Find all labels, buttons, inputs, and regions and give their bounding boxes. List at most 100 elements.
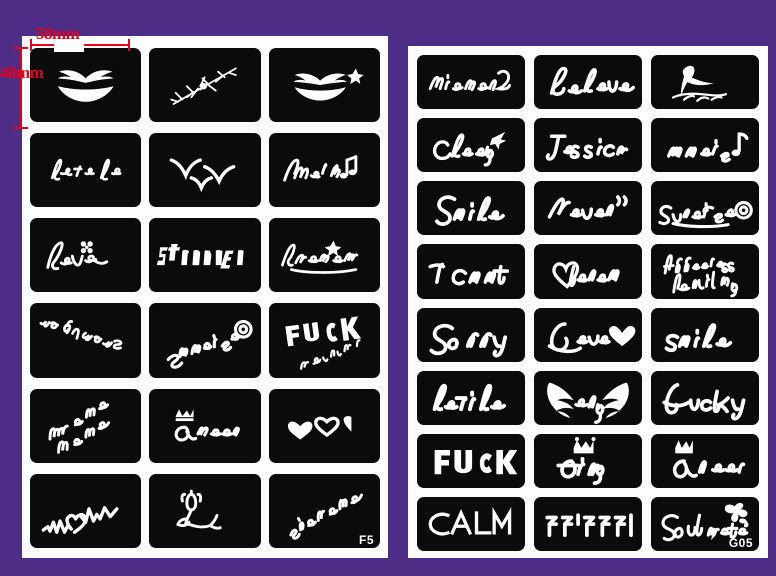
queen-crown-script-icon — [174, 409, 241, 442]
let-it-be-right-script-icon — [432, 383, 507, 411]
miaomiao-script-icon — [428, 69, 512, 92]
believe-script-icon — [549, 66, 635, 96]
tibetan-script-icon — [545, 513, 633, 537]
stencil-tile-smile-lower[interactable] — [651, 307, 759, 362]
stencil-tile-birds[interactable] — [149, 133, 261, 208]
thorn-branch-icon — [170, 67, 238, 105]
stencil-tile-tibetan[interactable] — [534, 496, 642, 551]
flower-icon — [80, 241, 93, 254]
lips-icon — [57, 70, 114, 102]
fuck-block-icon — [434, 449, 518, 475]
stencil-tile-fuck-block[interactable] — [417, 433, 525, 488]
stencil-tile-sunrise-swirl[interactable] — [651, 181, 759, 236]
stencil-tile-diagonal-script[interactable]: F5 — [268, 473, 380, 548]
heart-dream-script-icon — [552, 261, 620, 290]
stencil-tile-jessica[interactable] — [534, 118, 642, 173]
width-dimension-tick-right — [128, 39, 130, 51]
stencil-tile-lucky[interactable] — [651, 370, 759, 425]
stencil-tile-music[interactable] — [268, 133, 380, 208]
music-script-icon — [282, 155, 357, 182]
stencil-tile-angel-wings[interactable] — [534, 370, 642, 425]
stencil-tile-queen[interactable] — [149, 388, 261, 463]
stencil-tile-thorn-branch[interactable] — [149, 48, 261, 123]
stencil-sheet-right[interactable]: G05 — [408, 46, 768, 558]
stencil-tile-king[interactable] — [534, 433, 642, 488]
queen-crown-right-script-icon — [672, 439, 746, 479]
butterfly-icon — [724, 502, 749, 528]
never-script-icon — [547, 195, 628, 221]
stencil-tile-miaomiao[interactable] — [417, 55, 525, 110]
stencil-grid-right: G05 — [417, 55, 759, 551]
sunrise-swirl-script-icon — [658, 201, 753, 229]
cheer-plane-script-icon — [432, 131, 507, 167]
stencil-tile-soul-mate[interactable]: G05 — [651, 496, 759, 551]
rose-icon — [176, 489, 223, 530]
stencil-tile-rose[interactable] — [149, 473, 261, 548]
stencil-tile-lips-star[interactable] — [268, 48, 380, 123]
fuck-forever-icon — [284, 316, 361, 371]
height-dimension-tick-bottom — [14, 127, 28, 129]
screenshot-canvas: F5 58mm 48mm — [0, 0, 776, 576]
stencil-tile-stand-by-me[interactable] — [30, 303, 142, 378]
stencil-tile-cheer-plane[interactable] — [417, 118, 525, 173]
stencil-tile-sorry[interactable] — [417, 307, 525, 362]
sheet-code-right: G05 — [728, 536, 753, 550]
jessica-script-icon — [545, 134, 629, 161]
script-let-it-be-icon — [50, 158, 122, 181]
stencil-grid-left: F5 — [30, 48, 380, 548]
stencil-tile-lips[interactable] — [30, 48, 142, 123]
crown-icon — [573, 436, 596, 454]
angel-wings-script-icon — [547, 382, 629, 424]
stencil-tile-heart-dream[interactable] — [534, 244, 642, 299]
sunrise-script-icon — [166, 320, 253, 370]
stencil-tile-never[interactable] — [534, 181, 642, 236]
stencil-tile-three-hearts[interactable] — [268, 388, 380, 463]
crown-icon — [176, 409, 194, 421]
music-note-script-icon — [666, 132, 749, 163]
lucky-script-icon — [662, 382, 746, 421]
width-dimension-label-gap — [54, 39, 84, 52]
stencil-tile-love-heart[interactable] — [534, 307, 642, 362]
smile-script-icon — [434, 195, 505, 227]
love-flower-script-icon — [46, 241, 109, 271]
sheet-code-left: F5 — [358, 532, 374, 547]
heartbeat-heart-icon — [41, 505, 119, 534]
stencil-tile-let-it-be[interactable] — [30, 133, 142, 208]
diagonal-script-two-lines-icon — [48, 400, 111, 454]
stencil-tile-fuck-forever[interactable] — [268, 303, 380, 378]
stencil-tile-believe[interactable] — [534, 55, 642, 110]
king-crown-script-icon — [556, 436, 605, 485]
love-heart-script-icon — [547, 321, 636, 353]
stencil-tile-music-note[interactable] — [651, 118, 759, 173]
width-dimension-tick-left — [30, 39, 32, 51]
stencil-tile-diagonal-script-two-lines[interactable] — [30, 388, 142, 463]
height-dimension-tick-top — [14, 47, 28, 49]
smile-lower-script-icon — [664, 322, 733, 352]
stencil-tile-queen-right[interactable] — [651, 433, 759, 488]
stencil-sheet-left[interactable]: F5 — [22, 36, 388, 558]
flying-birds-icon — [169, 158, 236, 193]
lips-with-star-icon — [293, 68, 364, 101]
stencil-tile-happiness-delight[interactable] — [651, 244, 759, 299]
dreamer-script-star-icon — [280, 240, 358, 275]
height-dimension-line — [20, 47, 22, 129]
happiness-delight-script-icon — [663, 254, 739, 298]
sorry-script-icon — [429, 323, 508, 357]
stencil-tile-stronger[interactable] — [149, 218, 261, 293]
hearts-icon — [287, 415, 352, 440]
stencil-tile-love-flower[interactable] — [30, 218, 142, 293]
seagull-icon — [671, 65, 728, 102]
stencil-tile-seagull[interactable] — [651, 55, 759, 110]
i-cant-script-icon — [428, 263, 510, 286]
stencil-tile-i-cant[interactable] — [417, 244, 525, 299]
crown-icon — [675, 439, 693, 454]
calm-caps-icon — [428, 506, 512, 536]
stencil-tile-smile-script[interactable] — [417, 181, 525, 236]
stencil-tile-dreamer[interactable] — [268, 218, 380, 293]
stencil-tile-let-it-be-right[interactable] — [417, 370, 525, 425]
stencil-tile-calm[interactable] — [417, 496, 525, 551]
stronger-blackletter-icon — [157, 244, 244, 269]
stand-by-me-script-icon — [39, 320, 123, 351]
stencil-tile-sunrise[interactable] — [149, 303, 261, 378]
stencil-tile-heartbeat-love[interactable] — [30, 473, 142, 548]
